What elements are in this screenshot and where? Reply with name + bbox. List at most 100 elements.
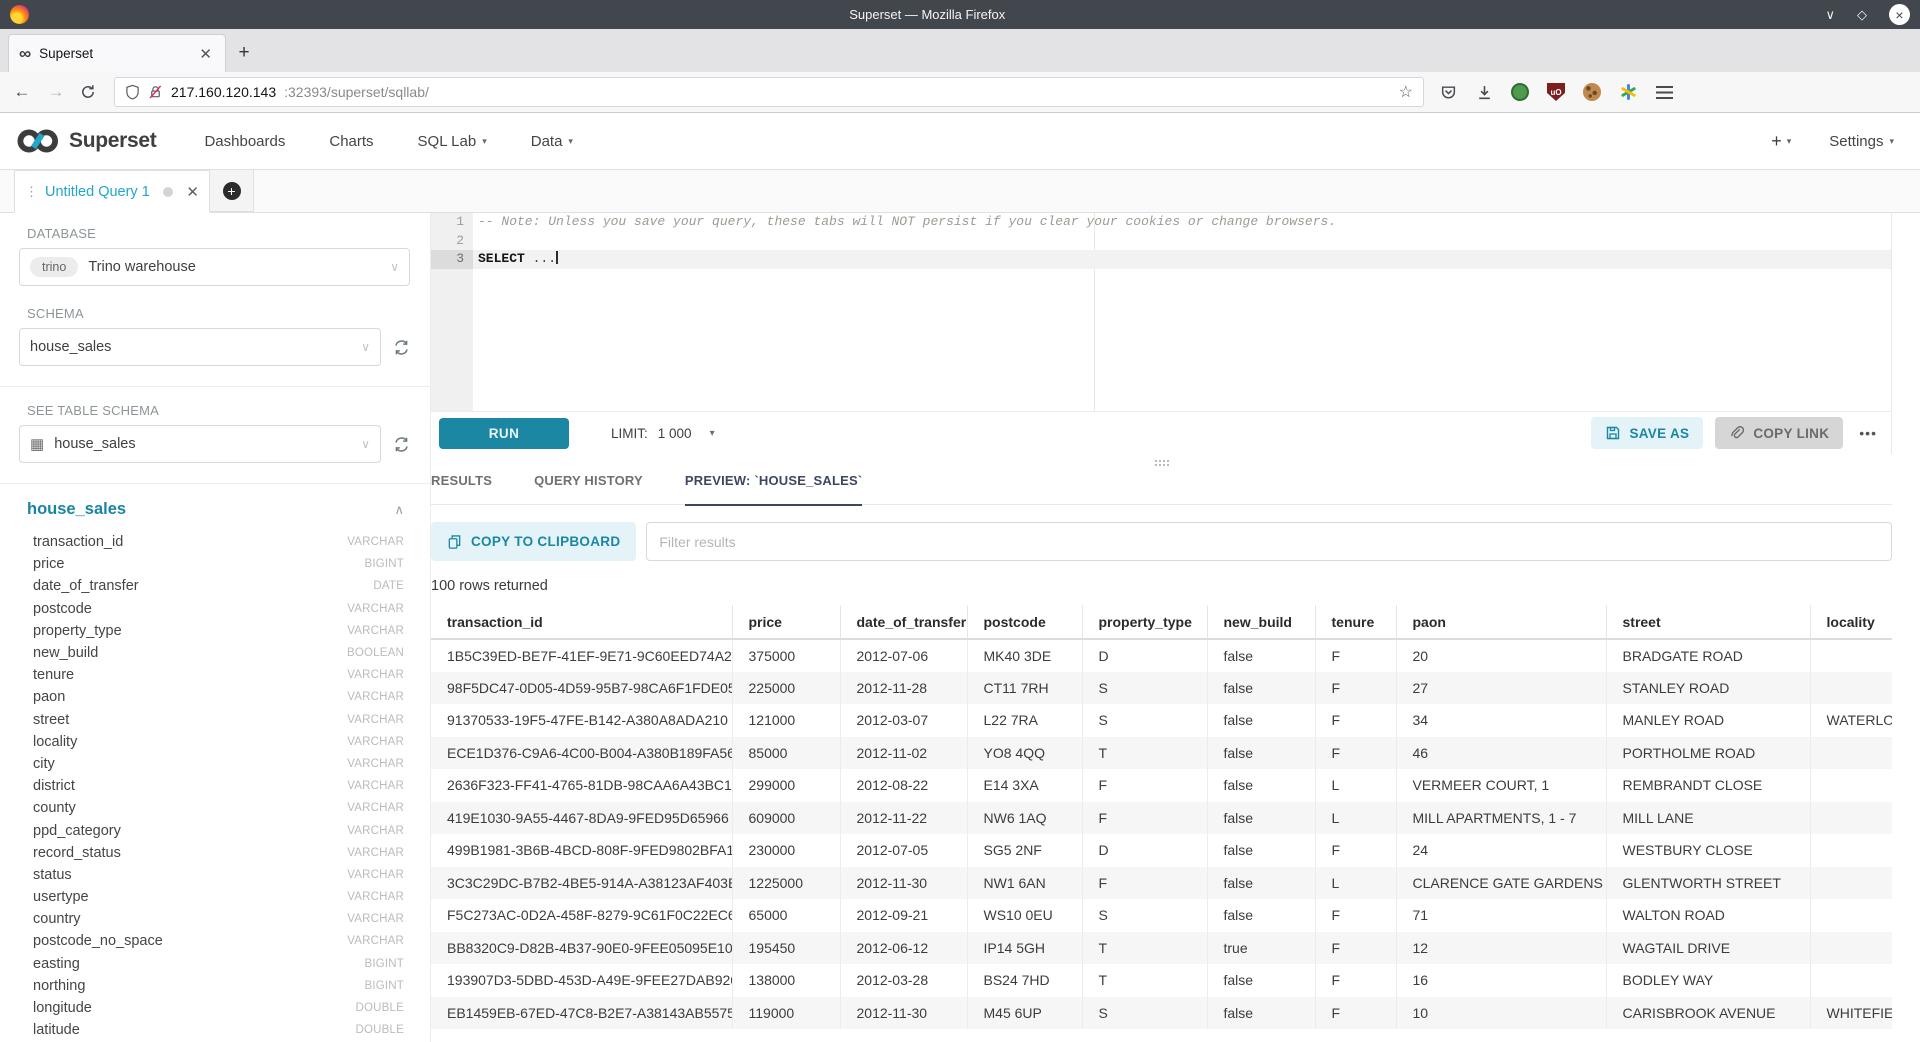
table-name-heading[interactable]: house_sales (27, 500, 126, 519)
refresh-tables-icon[interactable] (393, 436, 410, 453)
run-button[interactable]: RUN (439, 418, 569, 449)
download-icon[interactable] (1474, 82, 1494, 102)
browser-tab[interactable]: ∞ Superset ✕ (8, 34, 226, 72)
database-select[interactable]: trino Trino warehouse ∨ (19, 248, 410, 286)
table-header-cell[interactable]: transaction_id (431, 605, 732, 639)
query-tab[interactable]: ⋮ Untitled Query 1 ✕ (14, 170, 210, 213)
sql-editor[interactable]: 1 -- Note: Unless you save your query, t… (431, 213, 1891, 412)
add-new-button[interactable]: +▾ (1771, 131, 1791, 152)
table-header-cell[interactable]: new_build (1207, 605, 1315, 639)
table-header-cell[interactable]: postcode (967, 605, 1082, 639)
table-row[interactable]: 3C3C29DC-B7B2-4BE5-914A-A38123AF403B 122… (431, 867, 1892, 900)
table-header-cell[interactable]: price (732, 605, 840, 639)
table-row[interactable]: 98F5DC47-0D05-4D59-95B7-98CA6F1FDE05 225… (431, 672, 1892, 705)
column-type: VARCHAR (347, 802, 404, 814)
panel-resize-handle[interactable] (1155, 460, 1169, 467)
table-row[interactable]: 91370533-19F5-47FE-B142-A380A8ADA210 121… (431, 704, 1892, 737)
refresh-schemas-icon[interactable] (393, 339, 410, 356)
copy-to-clipboard-button[interactable]: COPY TO CLIPBOARD (431, 522, 636, 561)
forward-icon[interactable]: → (46, 82, 66, 102)
table-row[interactable]: 419E1030-9A55-4467-8DA9-9FED95D65966 609… (431, 802, 1892, 835)
maximize-icon[interactable]: ◇ (1857, 7, 1867, 23)
cookie-icon[interactable] (1582, 82, 1602, 102)
insecure-lock-icon[interactable] (148, 84, 163, 100)
bookmark-star-icon[interactable]: ☆ (1399, 82, 1413, 102)
table-row[interactable]: BB8320C9-D82B-4B37-90E0-9FEE05095E10 195… (431, 932, 1892, 965)
table-row[interactable]: 193907D3-5DBD-453D-A49E-9FEE27DAB926 138… (431, 964, 1892, 997)
cell-paon: CLARENCE GATE GARDENS (1396, 867, 1606, 900)
query-tab-close-icon[interactable]: ✕ (186, 183, 199, 201)
settings-menu[interactable]: Settings▾ (1829, 133, 1894, 150)
cell-tenure: F (1315, 834, 1396, 867)
cell-transaction-id: 419E1030-9A55-4467-8DA9-9FED95D65966 (431, 802, 732, 835)
cell-street: BRADGATE ROAD (1606, 639, 1810, 672)
column-name: city (33, 756, 55, 772)
tracking-shield-icon[interactable] (125, 84, 140, 100)
column-row: property_type VARCHAR (19, 620, 410, 642)
table-header-cell[interactable]: date_of_transfer (840, 605, 967, 639)
table-header-cell[interactable]: street (1606, 605, 1810, 639)
column-name: ppd_category (33, 823, 121, 839)
cell-transaction-id: 499B1981-3B6B-4BCD-808F-9FED9802BFA1 (431, 834, 732, 867)
table-row[interactable]: 2636F323-FF41-4765-81DB-98CAA6A43BC1 299… (431, 769, 1892, 802)
chevron-down-icon: ▾ (482, 136, 487, 147)
drag-handle-icon[interactable]: ⋮ (25, 184, 38, 200)
cell-new-build: false (1207, 769, 1315, 802)
table-header-cell[interactable]: property_type (1082, 605, 1207, 639)
url-bar[interactable]: 217.160.120.143 :32393/superset/sqllab/ … (114, 77, 1424, 107)
save-as-button[interactable]: SAVE AS (1591, 417, 1703, 449)
cell-locality: WHITEFIELD (1810, 997, 1892, 1030)
table-select[interactable]: ▦ house_sales ∨ (19, 425, 381, 463)
column-row: country VARCHAR (19, 908, 410, 930)
limit-dropdown[interactable]: LIMIT: 1 000 ▾ (611, 426, 715, 441)
table-row[interactable]: EB1459EB-67ED-47C8-B2E7-A38143AB5575 119… (431, 997, 1892, 1030)
back-icon[interactable]: ← (12, 82, 32, 102)
ublock-icon[interactable]: uO (1546, 82, 1566, 102)
column-name: usertype (33, 889, 89, 905)
new-browser-tab-button[interactable]: + (226, 34, 262, 72)
results-table-wrap[interactable]: transaction_idpricedate_of_transferpostc… (431, 605, 1892, 1042)
superset-favicon-icon: ∞ (19, 45, 31, 62)
collapse-table-icon[interactable]: ∧ (394, 502, 404, 518)
more-actions-button[interactable]: ••• (1855, 425, 1881, 441)
schema-select[interactable]: house_sales ∨ (19, 328, 381, 366)
tab-preview-house-sales[interactable]: PREVIEW: `HOUSE_SALES` (685, 473, 863, 506)
nav-dashboards[interactable]: Dashboards (204, 133, 285, 150)
column-row: transaction_id VARCHAR (19, 531, 410, 553)
table-header-cell[interactable]: locality (1810, 605, 1892, 639)
nav-data[interactable]: Data▾ (531, 133, 573, 150)
copy-link-button[interactable]: COPY LINK (1715, 417, 1843, 449)
column-type: BIGINT (364, 980, 404, 992)
nav-sql-lab[interactable]: SQL Lab▾ (418, 133, 487, 150)
superset-brand[interactable]: Superset (16, 126, 156, 156)
cell-locality (1810, 899, 1892, 932)
column-row: northing BIGINT (19, 975, 410, 997)
add-query-tab-button[interactable]: + (210, 170, 254, 212)
table-header-cell[interactable]: paon (1396, 605, 1606, 639)
filter-results-input[interactable] (646, 522, 1892, 561)
table-row[interactable]: 1B5C39ED-BE7F-41EF-9E71-9C60EED74A22 375… (431, 639, 1892, 672)
column-row: new_build BOOLEAN (19, 642, 410, 664)
nav-charts[interactable]: Charts (329, 133, 373, 150)
menu-icon[interactable] (1654, 82, 1674, 102)
line-number: 1 (431, 213, 473, 232)
cell-date-of-transfer: 2012-11-30 (840, 867, 967, 900)
pocket-icon[interactable] (1438, 82, 1458, 102)
reload-icon[interactable] (80, 84, 100, 100)
cell-paon: MILL APARTMENTS, 1 - 7 (1396, 802, 1606, 835)
table-row[interactable]: ECE1D376-C9A6-4C00-B004-A380B189FA56 850… (431, 737, 1892, 770)
table-row[interactable]: F5C273AC-0D2A-458F-8279-9C61F0C22EC6 650… (431, 899, 1892, 932)
browser-tab-close-icon[interactable]: ✕ (196, 45, 215, 63)
cell-property-type: S (1082, 672, 1207, 705)
screen: Superset — Mozilla Firefox ∨ ◇ × ∞ Super… (0, 0, 1920, 1042)
containers-icon[interactable] (1618, 82, 1638, 102)
close-window-icon[interactable]: × (1889, 4, 1910, 25)
column-name: tenure (33, 667, 74, 683)
tab-results[interactable]: RESULTS (431, 473, 492, 506)
table-header-cell[interactable]: tenure (1315, 605, 1396, 639)
table-row[interactable]: 499B1981-3B6B-4BCD-808F-9FED9802BFA1 230… (431, 834, 1892, 867)
tab-query-history[interactable]: QUERY HISTORY (534, 473, 643, 506)
privacy-icon[interactable] (1510, 82, 1530, 102)
column-row: record_status VARCHAR (19, 842, 410, 864)
minimize-icon[interactable]: ∨ (1825, 7, 1835, 23)
